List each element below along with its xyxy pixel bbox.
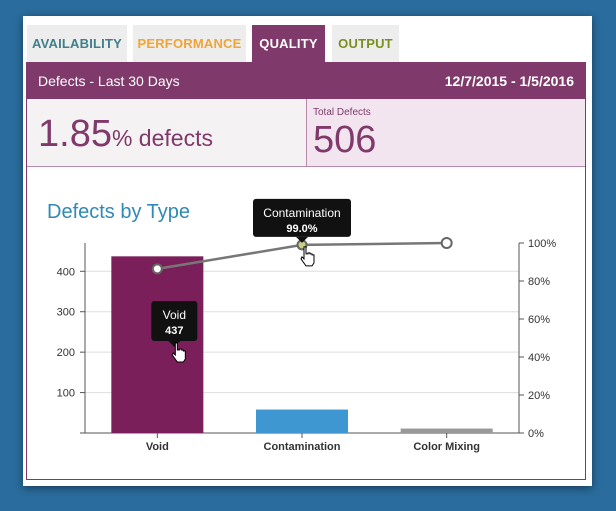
tooltip-contamination-value: 99.0%: [286, 223, 317, 235]
x-tick-label: Color Mixing: [413, 441, 480, 453]
y2-tick-label: 20%: [528, 390, 550, 402]
tab-availability[interactable]: AVAILABILITY: [27, 25, 127, 62]
y2-tick-label: 60%: [528, 314, 550, 326]
tab-performance[interactable]: PERFORMANCE: [133, 25, 246, 62]
cumulative-point: [151, 263, 163, 275]
bar-contamination: [256, 409, 348, 433]
x-tick-label: Contamination: [264, 441, 341, 453]
y-tick-label: 400: [57, 266, 75, 278]
y-tick-label: 100: [57, 388, 75, 400]
y2-tick-label: 80%: [528, 276, 550, 288]
y-tick-label: 200: [57, 347, 75, 359]
y2-tick-label: 100%: [528, 238, 556, 250]
cumulative-point: [440, 237, 453, 249]
bar-color-mixing: [400, 428, 493, 433]
tooltip-void-value: 437: [165, 325, 183, 337]
quality-panel: Defects - Last 30 Days 12/7/2015 - 1/5/2…: [26, 62, 586, 480]
tooltip-void-label: Void: [163, 308, 186, 322]
y-tick-label: 300: [57, 307, 75, 319]
tab-output[interactable]: OUTPUT: [332, 25, 399, 62]
x-tick-label: Void: [146, 441, 169, 453]
tab-quality[interactable]: QUALITY: [252, 25, 325, 62]
tooltip-contamination-label: Contamination: [263, 206, 340, 220]
defects-by-type-chart: 100 200 300 400 0% 20% 40% 60% 80% 100% Void Contam…: [57, 198, 556, 453]
y2-tick-label: 40%: [528, 352, 550, 364]
bar-void: [111, 256, 204, 433]
dashboard-card: AVAILABILITY PERFORMANCE QUALITY OUTPUT …: [23, 16, 592, 486]
y2-tick-label: 0%: [528, 428, 544, 440]
